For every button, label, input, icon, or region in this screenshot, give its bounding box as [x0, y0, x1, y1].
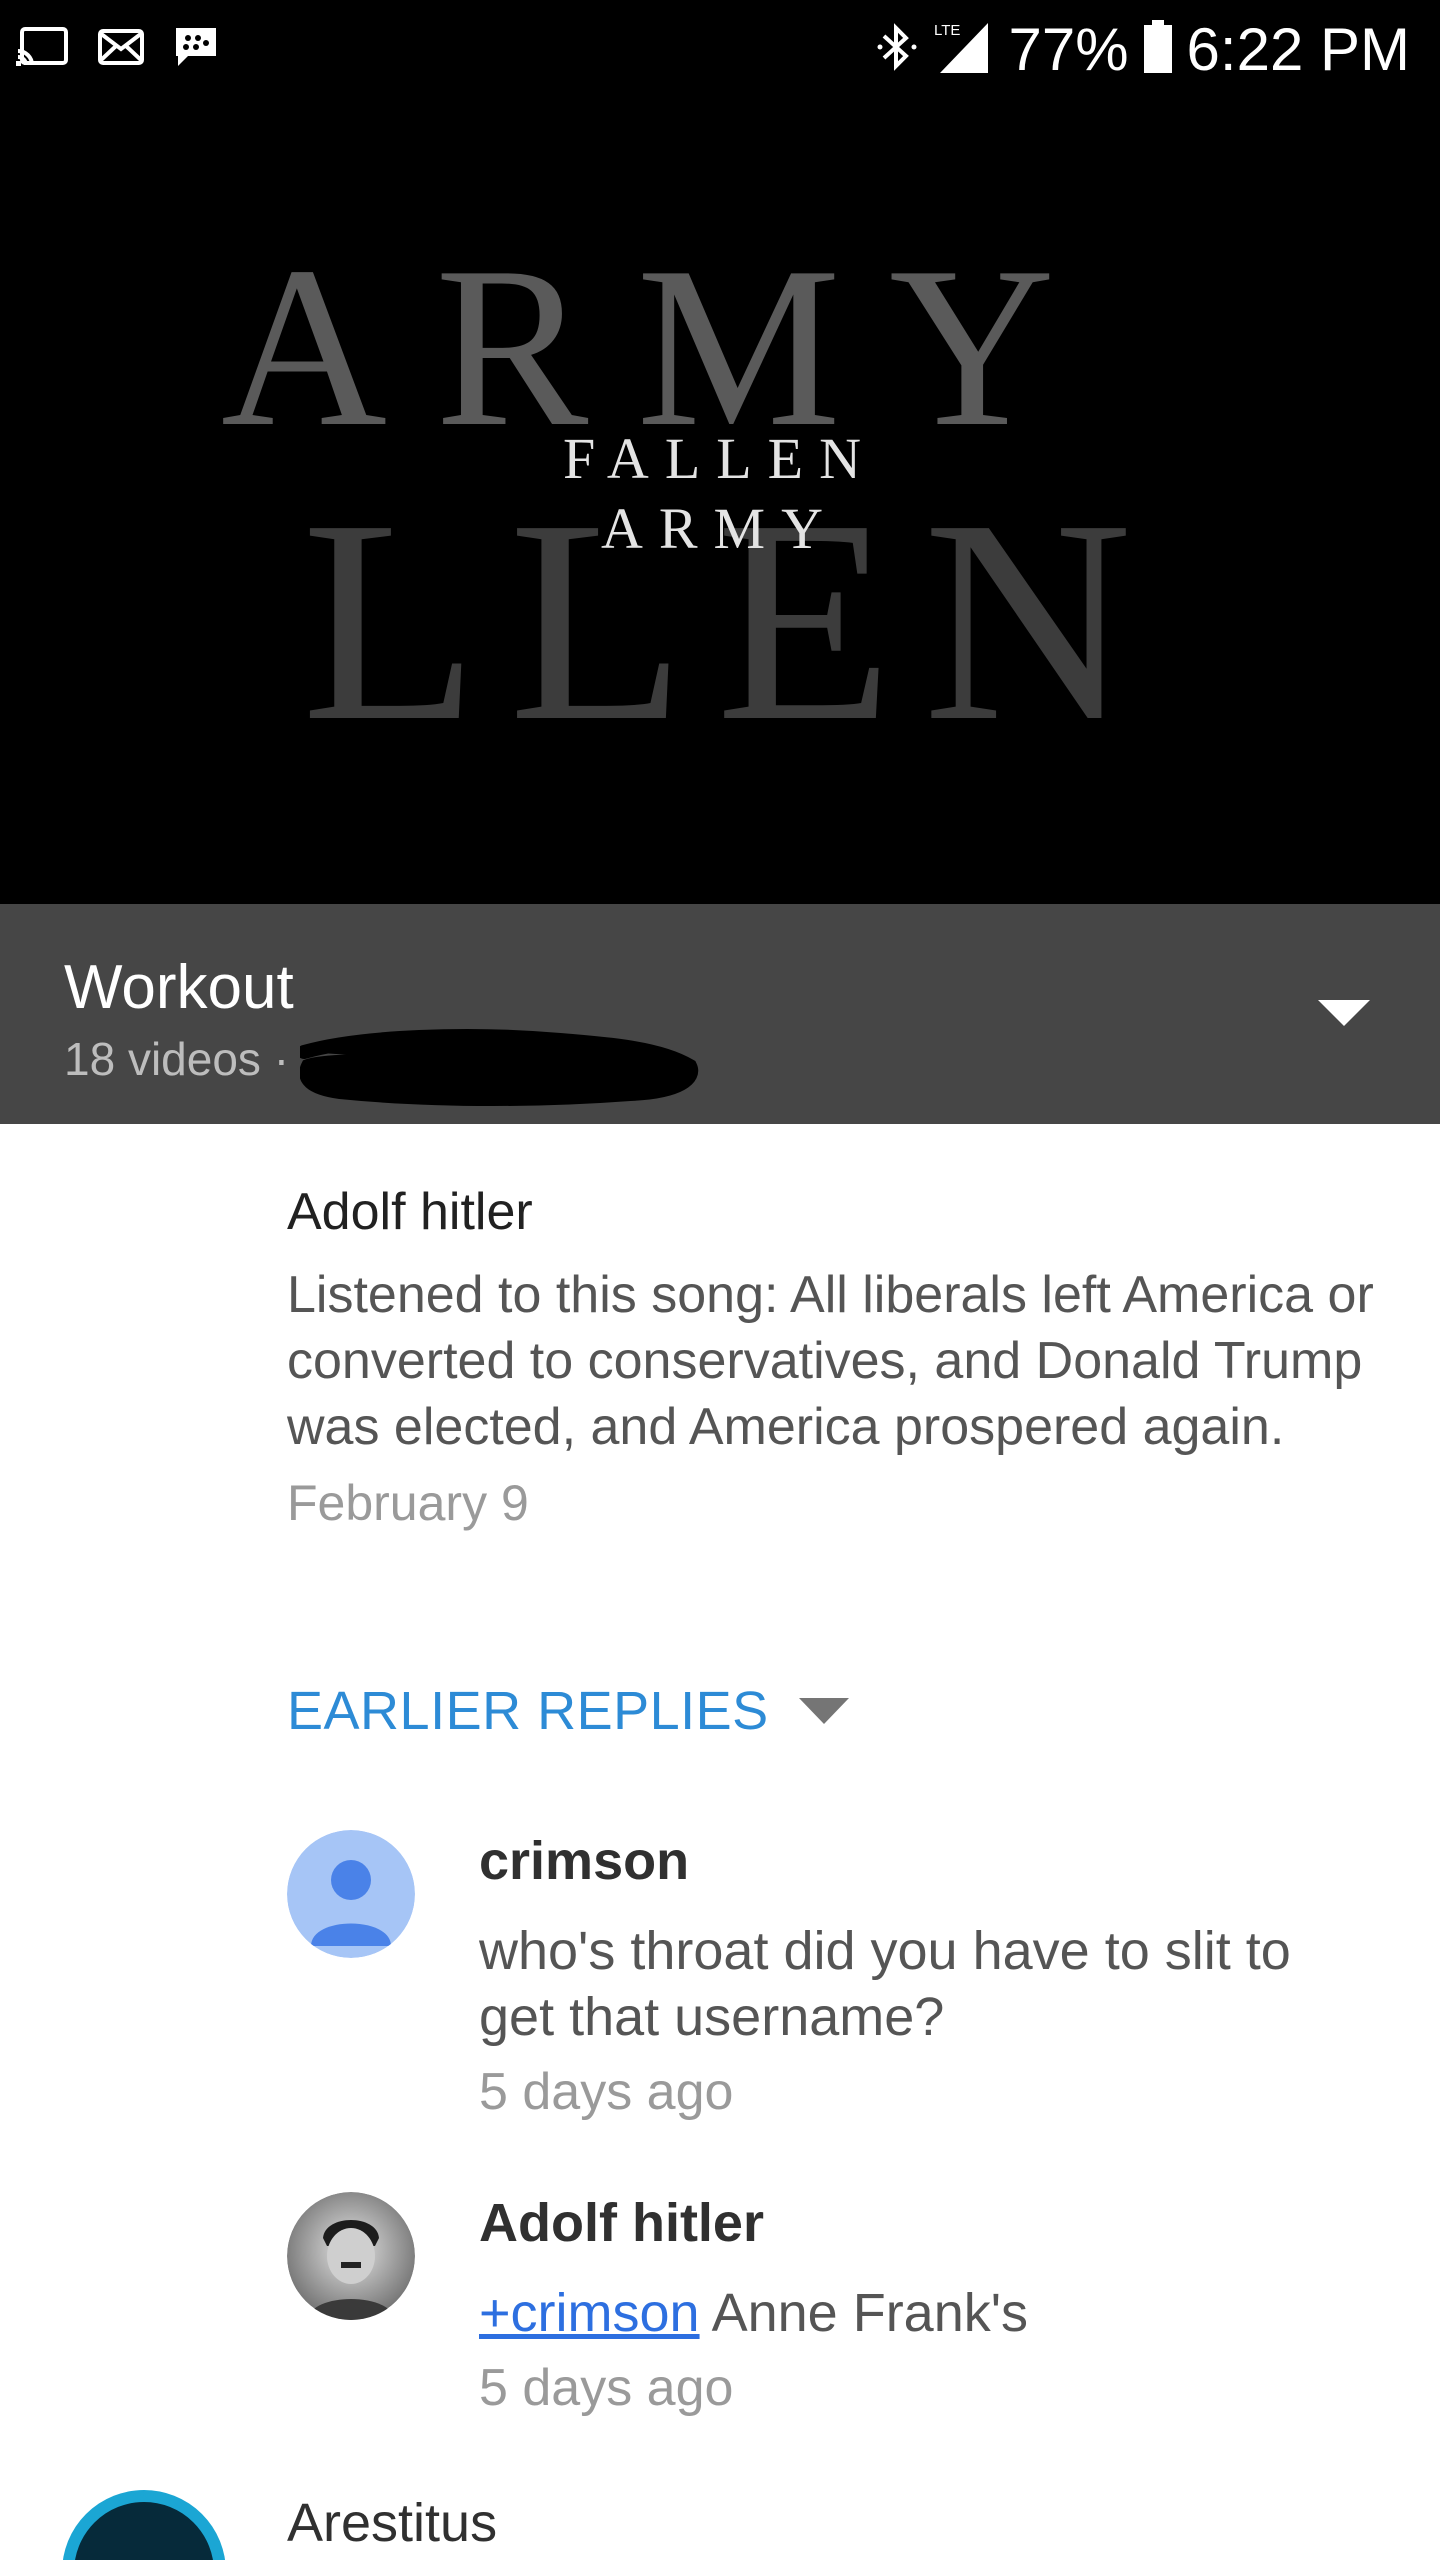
next-comment: Arestitus — [0, 2480, 1440, 2560]
network-label: LTE — [934, 22, 960, 39]
reply-timestamp: 5 days ago — [479, 2359, 734, 2417]
status-left-icons — [16, 26, 220, 73]
redaction-scribble — [300, 1029, 699, 1106]
user-avatar[interactable] — [62, 2490, 226, 2560]
battery-percent: 77% — [1008, 15, 1129, 83]
comment-text: Listened to this song: All liberals left… — [287, 1266, 1374, 1456]
bluetooth-icon — [876, 22, 918, 77]
reply-text: who's throat did you have to slit to get… — [479, 1921, 1291, 2047]
reply-author[interactable]: Adolf hitler — [479, 2192, 1379, 2254]
chevron-down-icon — [798, 1698, 849, 1724]
video-title-army: ARMY — [601, 496, 839, 561]
playlist-expand-chevron-down-icon[interactable] — [1314, 992, 1374, 1032]
clock: 6:22 PM — [1186, 15, 1410, 83]
earlier-replies-button[interactable]: EARLIER REPLIES — [287, 1680, 851, 1742]
bbm-icon — [172, 26, 220, 73]
mention-link[interactable]: +crimson — [479, 2283, 700, 2343]
video-player[interactable]: ARMY LLEN FALLEN ARMY — [0, 96, 1440, 904]
comment: Adolf hitler Listened to this song: All … — [287, 1182, 1397, 1532]
reply-text-body: Anne Frank's — [699, 2283, 1029, 2343]
comment-author[interactable]: Adolf hitler — [287, 1182, 1397, 1242]
status-right: LTE 77% 6:22 PM — [876, 14, 1410, 84]
reply-author[interactable]: crimson — [479, 1830, 1379, 1892]
battery-icon — [1143, 19, 1173, 79]
video-title-fallen: FALLEN — [563, 426, 877, 491]
earlier-replies-label: EARLIER REPLIES — [287, 1681, 769, 1741]
comment-author[interactable]: Arestitus — [287, 2492, 497, 2554]
status-bar: LTE 77% 6:22 PM — [0, 0, 1440, 96]
comment-timestamp: February 9 — [287, 1475, 529, 1531]
cast-icon — [16, 27, 70, 72]
signal-icon: LTE — [932, 19, 994, 80]
default-avatar-icon[interactable] — [287, 1830, 415, 1958]
mail-icon — [98, 29, 144, 70]
playlist-title: Workout — [64, 953, 294, 1022]
reply-text: +crimson Anne Frank's — [479, 2280, 1379, 2346]
playlist-bar[interactable]: Workout 18 videos · — [0, 904, 1440, 1124]
playlist-video-count: 18 videos · — [64, 1033, 290, 1085]
user-avatar[interactable] — [287, 2192, 415, 2320]
reply-timestamp: 5 days ago — [479, 2063, 734, 2121]
